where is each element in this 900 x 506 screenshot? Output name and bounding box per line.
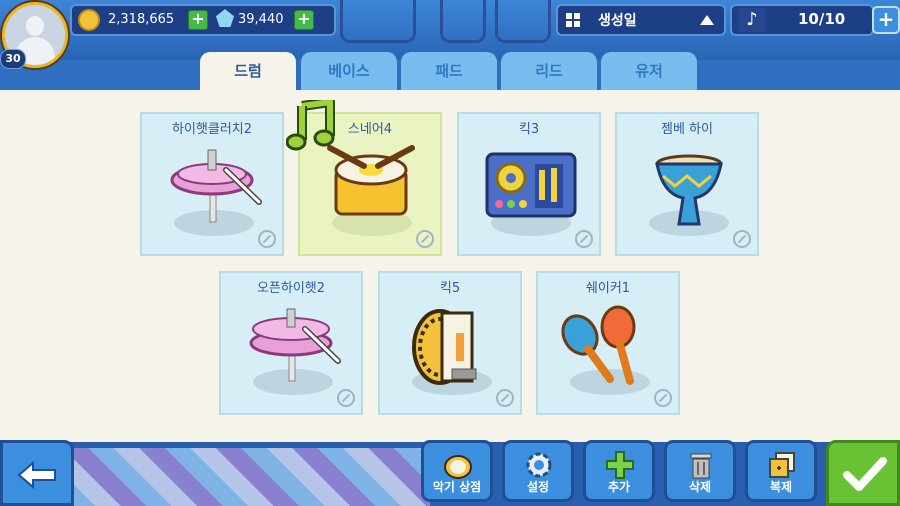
back-button[interactable] xyxy=(0,440,74,506)
checkmark-icon xyxy=(843,457,887,491)
info-icon[interactable] xyxy=(575,230,593,248)
kick-drum-icon xyxy=(412,309,477,385)
delete-button[interactable]: 삭제 xyxy=(664,440,736,502)
note-counter: ♪ 10/10 xyxy=(730,4,874,36)
instrument-name: 오픈하이햇2 xyxy=(256,281,326,296)
sort-label: 생성일 xyxy=(598,13,637,29)
tab-user[interactable]: 유저 xyxy=(601,52,697,90)
instrument-card-kick3[interactable]: 킥3 xyxy=(457,112,601,256)
coin-icon xyxy=(78,9,100,31)
coin-count: 2,318,665 xyxy=(108,12,175,27)
cymbal-icon xyxy=(170,149,262,223)
sort-dropdown[interactable]: 생성일 xyxy=(556,4,726,36)
tab-bass[interactable]: 베이스 xyxy=(301,52,397,90)
gear-icon xyxy=(526,452,552,478)
add-label: 추가 xyxy=(607,480,631,494)
tab-pad[interactable]: 패드 xyxy=(401,52,497,90)
copy-label: 복제 xyxy=(769,480,793,494)
instrument-card-kick5[interactable]: 킥5 xyxy=(378,271,522,415)
gem-icon xyxy=(216,9,234,27)
add-coins-button[interactable]: + xyxy=(188,10,208,30)
settings-label: 설정 xyxy=(526,480,550,494)
cymbal-icon xyxy=(249,308,341,382)
info-icon[interactable] xyxy=(733,230,751,248)
info-icon[interactable] xyxy=(654,389,672,407)
instrument-card-hihat-clutch[interactable]: 하이햇클러치2 xyxy=(140,112,284,256)
grid-icon xyxy=(566,13,580,27)
info-icon[interactable] xyxy=(337,389,355,407)
instrument-card-open-hihat[interactable]: 오픈하이햇2 xyxy=(219,271,363,415)
triangle-up-icon xyxy=(700,15,714,25)
add-notes-button[interactable]: + xyxy=(872,6,900,34)
currency-bar: 2,318,665 + 39,440 + xyxy=(70,4,336,36)
instrument-name: 킥5 xyxy=(439,281,461,296)
instrument-card-shaker[interactable]: 쉐이커1 xyxy=(536,271,680,415)
arrow-left-icon xyxy=(17,461,56,489)
confirm-button[interactable] xyxy=(826,440,900,506)
music-note-icon xyxy=(286,100,335,151)
tab-drum[interactable]: 드럼 xyxy=(200,52,296,92)
info-icon[interactable] xyxy=(496,389,514,407)
drum-machine-icon xyxy=(485,152,577,218)
info-icon[interactable] xyxy=(258,230,276,248)
instrument-name: 킥3 xyxy=(518,122,540,137)
djembe-icon xyxy=(655,154,723,226)
info-icon[interactable] xyxy=(416,230,434,248)
note-count: 10/10 xyxy=(798,10,846,28)
snare-drum-icon xyxy=(327,145,415,216)
instrument-shop-button[interactable]: 악기 상점 xyxy=(421,440,493,502)
avatar-head xyxy=(26,16,44,36)
instrument-name: 쉐이커1 xyxy=(585,281,631,296)
deco-pipe xyxy=(495,0,551,43)
tab-lead[interactable]: 리드 xyxy=(501,52,597,90)
trash-icon xyxy=(690,453,712,479)
deco-pipe xyxy=(440,0,486,43)
add-button[interactable]: 추가 xyxy=(583,440,655,502)
drum-icon xyxy=(444,455,472,479)
copy-button[interactable]: 복제 xyxy=(745,440,817,502)
instrument-card-djembe-high[interactable]: 젬베 하이 xyxy=(615,112,759,256)
duplicate-icon xyxy=(769,452,795,478)
floor-pattern xyxy=(70,448,430,506)
delete-label: 삭제 xyxy=(688,480,712,494)
shop-label: 악기 상점 xyxy=(432,480,482,494)
instrument-name: 하이햇클러치2 xyxy=(171,122,253,137)
settings-button[interactable]: 설정 xyxy=(502,440,574,502)
add-gems-button[interactable]: + xyxy=(294,10,314,30)
instrument-name: 젬베 하이 xyxy=(661,122,713,137)
level-badge: 30 xyxy=(0,49,26,69)
plus-icon xyxy=(606,451,634,479)
maracas-icon xyxy=(561,305,636,385)
deco-pipe xyxy=(340,0,416,43)
music-note-icon: ♪ xyxy=(738,8,766,32)
gem-count: 39,440 xyxy=(238,12,284,27)
